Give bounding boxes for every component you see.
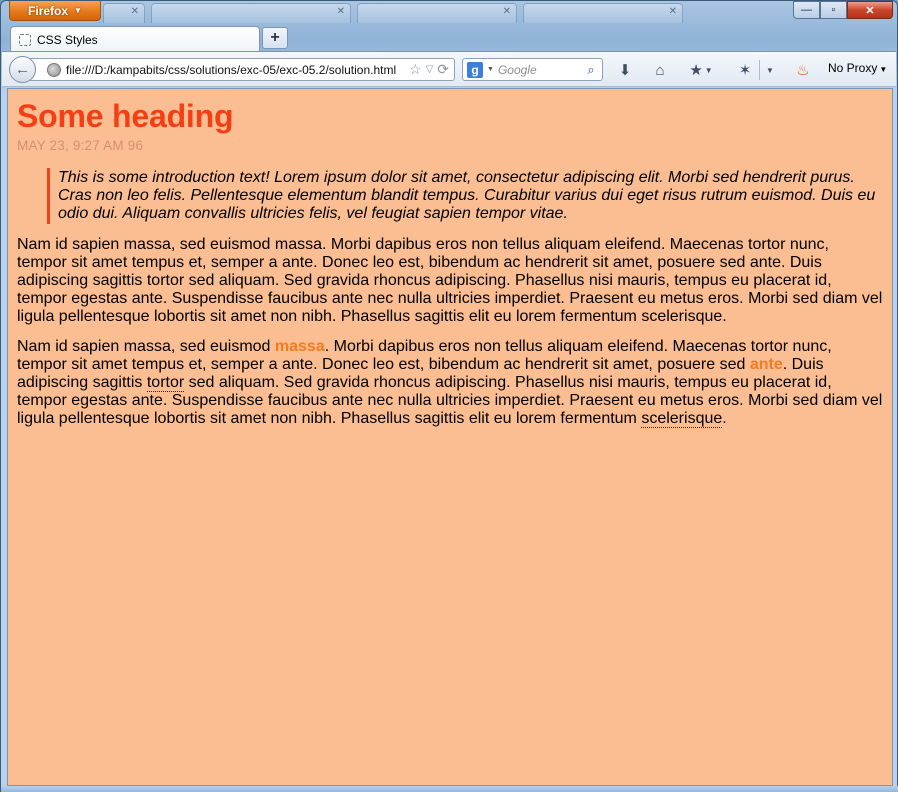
tab-css-styles[interactable]: CSS Styles xyxy=(10,26,260,52)
maximize-button[interactable]: ▫ xyxy=(820,1,847,19)
page-content: Some heading MAY 23, 9:27 AM 96 This is … xyxy=(7,88,893,786)
arrow-left-icon: ← xyxy=(15,61,30,78)
window-bottom-border xyxy=(1,786,898,792)
close-icon[interactable]: ✕ xyxy=(131,6,139,17)
dateline: MAY 23, 9:27 AM 96 xyxy=(17,138,144,153)
chevron-down-icon[interactable]: ▼ xyxy=(763,60,777,80)
bug-icon[interactable]: ✶ xyxy=(735,60,755,80)
flame-icon[interactable]: ♨ xyxy=(793,60,813,80)
reload-icon[interactable]: ⟳ xyxy=(437,61,449,79)
url-text[interactable]: file:///D:/kampabits/css/solutions/exc-0… xyxy=(66,63,405,77)
bookmarks-icon[interactable]: ★ ▼ xyxy=(686,60,716,80)
url-bar-icons: ☆ ▽ ⟳ xyxy=(405,60,454,79)
browser-window: Firefox ▼ ✕ ✕ ✕ ✕ — ▫ ✕ CSS Styles + ← f… xyxy=(0,0,898,792)
page-heading: Some heading xyxy=(17,98,234,134)
close-icon[interactable]: ✕ xyxy=(503,6,511,17)
background-tab[interactable]: ✕ xyxy=(103,3,145,23)
close-button[interactable]: ✕ xyxy=(847,1,893,19)
globe-icon[interactable] xyxy=(47,62,61,77)
abbr-scelerisque[interactable]: scelerisque xyxy=(641,410,723,428)
intro-quote: This is some introduction text! Lorem ip… xyxy=(47,168,883,224)
emphasis-massa: massa xyxy=(274,338,325,355)
page-icon xyxy=(19,33,31,46)
chevron-down-icon[interactable]: ▼ xyxy=(487,66,494,73)
toolbar-separator xyxy=(759,60,760,80)
paragraph-plain: Nam id sapien massa, sed euismod massa. … xyxy=(17,236,883,325)
paragraph-styled: Nam id sapien massa, sed euismod massa. … xyxy=(17,338,883,428)
plus-icon: + xyxy=(270,29,280,46)
background-tab[interactable]: ✕ xyxy=(357,3,517,23)
abbr-tortor[interactable]: tortor xyxy=(146,374,185,392)
search-placeholder[interactable]: Google xyxy=(498,63,583,77)
emphasis-ante: ante xyxy=(749,356,783,373)
proxy-selector[interactable]: No Proxy ▼ xyxy=(828,61,887,75)
url-bar[interactable]: file:///D:/kampabits/css/solutions/exc-0… xyxy=(30,58,455,81)
download-arrow-icon[interactable]: ⬇ xyxy=(615,60,635,80)
tab-title: CSS Styles xyxy=(37,32,98,47)
back-button[interactable]: ← xyxy=(9,56,36,83)
background-tab[interactable]: ✕ xyxy=(151,3,351,23)
chevron-down-icon[interactable]: ▽ xyxy=(426,61,434,79)
google-icon[interactable]: g xyxy=(467,61,483,78)
close-icon[interactable]: ✕ xyxy=(669,6,677,17)
text-run: . xyxy=(722,410,727,427)
close-icon[interactable]: ✕ xyxy=(337,6,345,17)
proxy-label: No Proxy xyxy=(828,61,878,75)
chevron-down-icon: ▼ xyxy=(74,6,82,15)
text-run: Nam id sapien massa, sed euismod xyxy=(17,338,275,355)
navigation-toolbar: ← file:///D:/kampabits/css/solutions/exc… xyxy=(2,51,896,87)
new-tab-button[interactable]: + xyxy=(262,27,288,49)
firefox-menu-label: Firefox xyxy=(28,3,69,18)
window-controls: — ▫ ✕ xyxy=(793,1,893,19)
magnifier-icon[interactable]: ⌕ xyxy=(583,62,599,78)
star-icon[interactable]: ☆ xyxy=(409,61,422,79)
firefox-menu-button[interactable]: Firefox ▼ xyxy=(9,1,101,21)
search-bar[interactable]: g ▼ Google ⌕ xyxy=(462,58,603,81)
home-icon[interactable]: ⌂ xyxy=(650,60,670,80)
background-tab[interactable]: ✕ xyxy=(523,3,683,23)
minimize-button[interactable]: — xyxy=(793,1,820,19)
chevron-down-icon: ▼ xyxy=(879,65,888,74)
title-bar: Firefox ▼ ✕ ✕ ✕ ✕ — ▫ ✕ xyxy=(1,1,898,23)
